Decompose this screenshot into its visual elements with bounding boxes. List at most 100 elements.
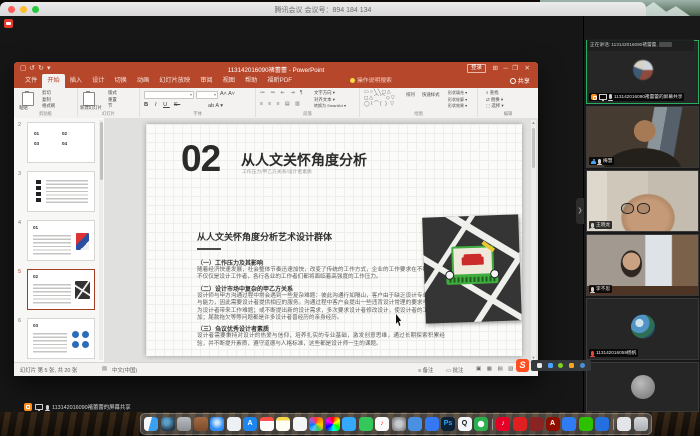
dock-icon-mail[interactable] <box>425 417 439 431</box>
language-status[interactable]: 中文(中国) <box>112 366 137 374</box>
font-color-icons[interactable]: ab A ▾ <box>208 103 223 110</box>
thumbnail-scrollbar[interactable] <box>99 120 103 360</box>
notes-button[interactable]: ≡ 备注 <box>418 366 433 374</box>
view-switcher-icons[interactable]: ▣ ▦ ▤ ▧ <box>476 366 515 372</box>
maximize-icon[interactable]: ❐ <box>512 64 518 73</box>
close-icon[interactable]: ✕ <box>525 64 530 73</box>
dock-icon-earth-app[interactable] <box>161 417 175 431</box>
participant-tile[interactable]: 王晓龙 <box>586 170 699 232</box>
dock-icon-books[interactable] <box>194 417 208 431</box>
dock-icon-cloud-app[interactable] <box>408 417 422 431</box>
speech-icon[interactable] <box>548 363 553 368</box>
meeting-record-badge-icon[interactable] <box>4 19 13 28</box>
slide-thumbnail-5-selected[interactable]: 02 <box>27 269 95 310</box>
keyboard-icon[interactable] <box>537 363 542 368</box>
dock-icon-safari[interactable] <box>210 417 224 431</box>
slide-thumbnail-6[interactable]: 03 <box>27 318 95 359</box>
list-indent-icons[interactable]: ≔ ≕ ⇤ ⇥ ¶ <box>260 90 305 96</box>
select-button[interactable]: ⬚ 选择 ▾ <box>486 103 504 110</box>
dock-icon-messages[interactable] <box>342 417 356 431</box>
font-name-select[interactable] <box>144 91 194 99</box>
participant-tile[interactable]: 梅慧 <box>586 106 699 168</box>
dock-icon-wechat[interactable] <box>579 417 593 431</box>
share-button[interactable]: 共享 <box>510 76 530 85</box>
grow-shrink-font-icons[interactable]: A˄ A˅ <box>220 91 235 98</box>
paste-icon[interactable] <box>22 92 34 106</box>
ribbon-tab[interactable]: 福昕PDF <box>262 74 297 88</box>
dock-icon-color-wheel[interactable] <box>326 417 340 431</box>
participant-name: 梅慧 <box>603 158 612 164</box>
slide[interactable]: 02 从人文关怀角度分析 工作压力/甲乙方关系/设计者素质 从人文关怀角度分析艺… <box>146 124 522 356</box>
dock-icon-security-shield[interactable] <box>513 417 527 431</box>
format-painter-button[interactable]: 格式刷 <box>42 103 55 110</box>
emoji-icon[interactable] <box>558 363 563 368</box>
screen-share-status: 113142016090褚蕾蕾的屏幕共享 <box>24 402 131 412</box>
dock-icon-meeting-app[interactable] <box>595 417 609 431</box>
blurred-name <box>659 42 672 47</box>
dock-icon-qq[interactable]: Q <box>458 417 472 431</box>
arrange-button[interactable]: 排列 <box>406 92 415 99</box>
ribbon-tab[interactable]: 设计 <box>87 74 109 88</box>
dock-icon-textedit[interactable] <box>293 417 307 431</box>
ribbon-display-icon[interactable]: ⊞ <box>493 64 498 73</box>
dock-icon-app-store[interactable]: A <box>243 417 257 431</box>
pen-icon[interactable] <box>569 363 574 368</box>
ribbon-tab[interactable]: 开始 <box>42 74 64 88</box>
new-slide-icon[interactable] <box>83 92 95 106</box>
settings-wheel-icon[interactable] <box>580 363 585 368</box>
tell-me-search[interactable]: 操作说明搜索 <box>350 76 392 87</box>
text-lines <box>33 284 71 304</box>
dock-icon-photos[interactable] <box>309 417 323 431</box>
dock-icon-trash[interactable] <box>634 417 648 431</box>
shapes-gallery[interactable]: ▭○╲╲◻△◻△⌒⌒◇▽◯⌇⌒( ) ▽ <box>364 89 396 107</box>
participant-tile[interactable]: 113142016059杨帆 <box>586 298 699 360</box>
dock-icon-photoshop[interactable]: Ps <box>441 417 455 431</box>
signin-button[interactable]: 登录 <box>467 64 486 73</box>
ribbon-tab[interactable]: 审阅 <box>195 74 217 88</box>
sogou-input-icon[interactable]: S <box>516 359 529 372</box>
quick-styles-button[interactable]: 快速样式 <box>422 92 440 99</box>
participant-tile[interactable]: 李不思 <box>586 234 699 296</box>
section-button[interactable]: 节 <box>108 103 112 110</box>
participant-tile[interactable] <box>586 362 699 412</box>
ribbon-tab[interactable]: 幻灯片放映 <box>154 74 195 88</box>
alignment-icons[interactable]: ≡ ≡ ≡ ▤ ▥ <box>260 101 302 107</box>
slide-thumbnail-4[interactable]: 01 <box>27 220 95 261</box>
shape-effects-button[interactable]: 形状效果 ▾ <box>448 103 467 110</box>
dock-icon-notes[interactable] <box>276 417 290 431</box>
dock-icon-browser-ring[interactable] <box>474 417 488 431</box>
dock-icon-preview[interactable] <box>227 417 241 431</box>
dock-icon-acrobat[interactable]: A <box>546 417 560 431</box>
ribbon-tab[interactable]: 帮助 <box>240 74 262 88</box>
slide-thumbnail-2[interactable]: 01 02 03 04 <box>27 122 95 163</box>
smartart-button[interactable]: 转换为 SmartArt ▾ <box>314 103 346 110</box>
dock-icon-camera[interactable] <box>177 417 191 431</box>
dock-icon-netease-music[interactable]: ♪ <box>496 417 510 431</box>
dock-icon-finder[interactable] <box>144 417 158 431</box>
dock-icon-tm-app[interactable] <box>529 417 543 431</box>
ribbon-tab[interactable]: 文件 <box>20 74 42 88</box>
font-size-select[interactable] <box>196 91 218 99</box>
dock-icon-divider[interactable] <box>613 419 614 430</box>
comments-button[interactable]: ▭ 批注 <box>446 366 463 374</box>
ribbon-tab[interactable]: 视图 <box>218 74 240 88</box>
ribbon-tab[interactable]: 动画 <box>132 74 154 88</box>
dock-icon-baidu-netdisk[interactable] <box>562 417 576 431</box>
dock-icon-facetime[interactable] <box>359 417 373 431</box>
sidebar-collapse-handle[interactable]: ❯ <box>576 198 584 224</box>
gray-avatar <box>631 375 655 399</box>
dock-icon-divider[interactable] <box>492 419 493 430</box>
sogou-toolbar[interactable] <box>531 360 591 371</box>
dock-icon-calendar[interactable] <box>260 417 274 431</box>
dock-icon-settings[interactable] <box>392 417 406 431</box>
font-style-buttons[interactable]: B I U S <box>144 102 180 108</box>
dock-icon-downloads-folder[interactable] <box>617 417 631 431</box>
ribbon-tab[interactable]: 插入 <box>65 74 87 88</box>
minimize-icon[interactable]: ─ <box>503 64 508 73</box>
spellcheck-icon[interactable]: ▤ <box>102 366 107 372</box>
dock-icon-music[interactable]: ♪ <box>375 417 389 431</box>
slide-thumbnail-3[interactable] <box>27 171 95 212</box>
scroll-up-icon[interactable]: ▲ <box>531 120 536 125</box>
canvas-scrollbar[interactable]: ▲ ▼ <box>531 120 536 360</box>
ribbon-tab[interactable]: 切换 <box>110 74 132 88</box>
